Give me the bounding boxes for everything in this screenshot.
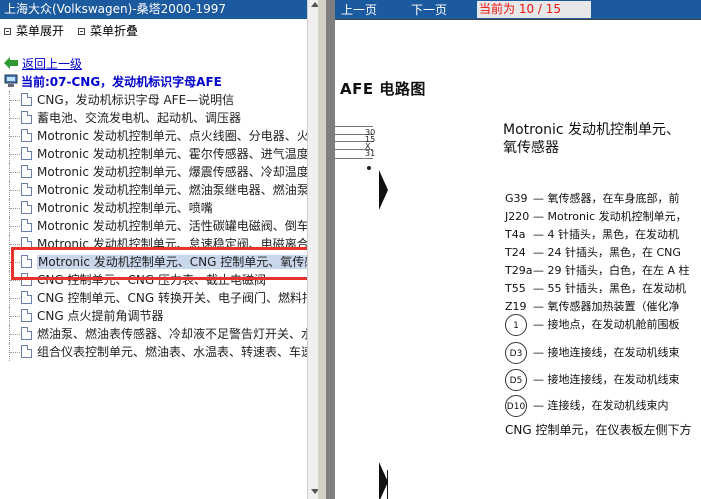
legend-row: J220— Motronic 发动机控制单元， <box>505 210 687 223</box>
legend-row: T24— 24 针插头，黑色，在 CNG <box>505 246 681 259</box>
collapse-icon <box>78 27 86 35</box>
diagram-title: Motronic 发动机控制单元、 氧传感器 <box>503 121 680 157</box>
tree-item[interactable]: Motronic 发动机控制单元、燃油泵继电器、燃油泵 <box>0 181 307 199</box>
ground-symbol: D3 <box>505 342 527 364</box>
tree-item[interactable]: CNG 控制单元、CNG 转换开关、电子阀门、燃料指示 <box>0 289 307 307</box>
ground-row: D3— 接地连接线，在发动机线束 <box>505 342 680 364</box>
tree-item-label: Motronic 发动机控制单元、活性碳罐电磁阀、倒车灯 <box>37 219 307 233</box>
ground-row: 1— 接地点，在发动机舱前围板 <box>505 314 680 336</box>
document-icon <box>21 93 32 106</box>
tree-item-label: Motronic 发动机控制单元、燃油泵继电器、燃油泵 <box>37 183 307 197</box>
tree-item-label: Motronic 发动机控制单元、霍尔传感器、进气温度传 <box>37 147 307 161</box>
tree-item[interactable]: Motronic 发动机控制单元、霍尔传感器、进气温度传 <box>0 145 307 163</box>
current-node-label: 当前:07-CNG，发动机标识字母AFE <box>21 74 222 89</box>
tree-item-label: CNG 控制单元、CNG 转换开关、电子阀门、燃料指示 <box>37 291 307 305</box>
component-legend: G39— 氧传感器，在车身底部，前 J220— Motronic 发动机控制单元… <box>505 190 690 316</box>
ground-symbol: D10 <box>505 395 527 417</box>
wiring-strip <box>335 118 373 499</box>
diagram-title-line: 氧传感器 <box>503 140 559 156</box>
prev-page-button[interactable]: 上一页 <box>341 1 377 18</box>
tree-item[interactable]: CNG，发动机标识字母 AFE—说明信 <box>0 91 307 109</box>
expand-menu-button[interactable]: 菜单展开 <box>4 23 64 39</box>
highlight-box <box>11 247 317 280</box>
document-pane: 上一页 下一页 当前为 10 / 15 AFE 电路图 30 15 X 31 M… <box>335 0 701 499</box>
computer-icon <box>4 74 18 87</box>
tree-item-label: CNG 点火提前角调节器 <box>37 309 164 323</box>
document-icon <box>21 147 32 160</box>
expand-icon <box>4 27 11 35</box>
ground-row: D10— 连接线，在发动机线束内 <box>505 395 669 417</box>
document-icon <box>21 219 32 232</box>
next-page-button[interactable]: 下一页 <box>411 1 447 18</box>
tree-item[interactable]: Motronic 发动机控制单元、活性碳罐电磁阀、倒车灯 <box>0 217 307 235</box>
menu-controls: 菜单展开 菜单折叠 <box>4 23 138 39</box>
tree-item[interactable]: 燃油泵、燃油表传感器、冷却液不足警告灯开关、水温 <box>0 325 307 343</box>
connector-arrow <box>379 170 388 210</box>
vertical-scrollbar[interactable] <box>307 0 318 499</box>
tree-item-label: CNG，发动机标识字母 AFE—说明信 <box>37 93 235 107</box>
strip-numbers: 30 15 X 31 <box>365 128 376 158</box>
tree-item[interactable]: Motronic 发动机控制单元、点火线圈、分电器、火花 <box>0 127 307 145</box>
tree-item-label: Motronic 发动机控制单元、爆震传感器、冷却温度传 <box>37 165 307 179</box>
collapse-menu-button[interactable]: 菜单折叠 <box>78 23 138 39</box>
page-position: 当前为 10 / 15 <box>477 1 592 18</box>
tree-item-label: Motronic 发动机控制单元、喷嘴 <box>37 201 213 215</box>
document-icon <box>21 345 32 358</box>
cng-note: CNG 控制单元，在仪表板左侧下方 <box>505 423 692 437</box>
tree-item-label: 组合仪表控制单元、燃油表、水温表、转速表、车速 <box>37 345 307 359</box>
document-icon <box>21 165 32 178</box>
pane-divider-shadow <box>326 0 335 499</box>
tree-item[interactable]: Motronic 发动机控制单元、爆震传感器、冷却温度传 <box>0 163 307 181</box>
document-icon <box>21 201 32 214</box>
collapse-menu-label: 菜单折叠 <box>90 24 139 38</box>
tree-item[interactable]: 蓄电池、交流发电机、起动机、调压器 <box>0 109 307 127</box>
diagram-heading: AFE 电路图 <box>340 80 426 98</box>
tree-item[interactable]: 组合仪表控制单元、燃油表、水温表、转速表、车速 <box>0 343 307 361</box>
back-arrow-icon <box>4 57 18 69</box>
legend-row: T4a — 4 针插头，黑色，在发动机 <box>505 228 679 241</box>
tree-item[interactable]: Motronic 发动机控制单元、喷嘴 <box>0 199 307 217</box>
legend-row: T55— 55 针插头，黑色，在发动机 <box>505 282 686 295</box>
tree-item-label: 蓄电池、交流发电机、起动机、调压器 <box>37 111 242 125</box>
nav-separator <box>335 19 701 20</box>
ground-symbol: 1 <box>505 314 527 336</box>
diagram-title-line: Motronic 发动机控制单元、 <box>503 122 681 138</box>
document-icon <box>21 327 32 340</box>
expand-menu-label: 菜单展开 <box>16 24 65 38</box>
tree-item-label: Motronic 发动机控制单元、点火线圈、分电器、火花 <box>37 129 307 143</box>
page-nav: 上一页 下一页 当前为 10 / 15 <box>335 0 701 19</box>
document-icon <box>21 309 32 322</box>
menu-tree: CNG，发动机标识字母 AFE—说明信 蓄电池、交流发电机、起动机、调压器 Mo… <box>0 91 307 361</box>
back-link[interactable]: 返回上一级 <box>4 55 82 71</box>
ground-row: D5— 接地连接线，在发动机线束 <box>505 369 680 391</box>
legend-row: T29a— 29 针插头，白色，在左 A 柱 <box>505 264 690 277</box>
document-icon <box>21 111 32 124</box>
current-node: 当前:07-CNG，发动机标识字母AFE <box>4 73 222 89</box>
wire-line <box>387 470 388 499</box>
pane-title: 上海大众(Volkswagen)-桑塔2000-1997 <box>0 0 307 19</box>
document-icon <box>21 291 32 304</box>
document-icon <box>21 129 32 142</box>
tree-item-label: 燃油泵、燃油表传感器、冷却液不足警告灯开关、水温 <box>37 327 307 341</box>
legend-row: G39— 氧传感器，在车身底部，前 <box>505 192 680 205</box>
ground-symbol: D5 <box>505 369 527 391</box>
tree-item[interactable]: CNG 点火提前角调节器 <box>0 307 307 325</box>
junction-dot <box>367 166 371 170</box>
back-link-label: 返回上一级 <box>22 56 83 71</box>
document-icon <box>21 183 32 196</box>
